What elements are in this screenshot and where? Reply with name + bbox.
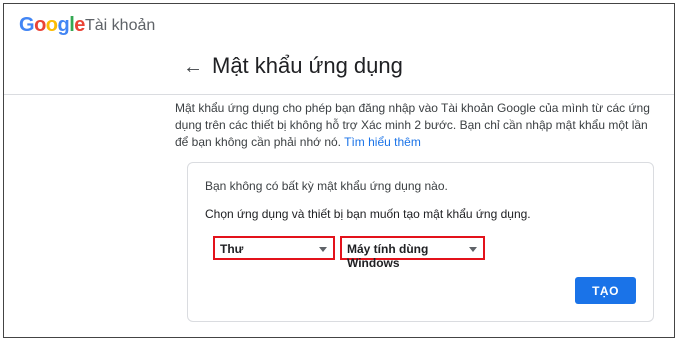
- dropdown-caret-icon: [469, 247, 477, 252]
- arrow-left-icon[interactable]: ←: [183, 55, 203, 79]
- no-passwords-text: Bạn không có bất kỳ mật khẩu ứng dụng nà…: [205, 179, 448, 193]
- device-select[interactable]: Máy tính dùng Windows: [340, 236, 485, 270]
- app-select[interactable]: Thư: [213, 236, 335, 260]
- logo-letter: e: [74, 14, 85, 36]
- logo-letter: G: [19, 14, 35, 36]
- choose-prompt: Chọn ứng dụng và thiết bị bạn muốn tạo m…: [205, 207, 531, 221]
- product-name: Tài khoản: [85, 17, 156, 34]
- app-select-value: Thư: [220, 242, 244, 256]
- dropdown-caret-icon: [319, 247, 327, 252]
- page-title: Mật khẩu ứng dụng: [212, 53, 403, 78]
- logo-letter: g: [57, 14, 70, 36]
- page-description: Mật khẩu ứng dụng cho phép bạn đăng nhập…: [175, 100, 660, 151]
- top-bar: Google Tài khoản: [4, 4, 674, 48]
- logo-letter: o: [34, 14, 46, 36]
- logo-letter: o: [45, 14, 58, 36]
- learn-more-link[interactable]: Tìm hiểu thêm: [344, 135, 421, 149]
- google-logo[interactable]: Google: [19, 14, 85, 37]
- create-button[interactable]: TẠO: [575, 277, 636, 304]
